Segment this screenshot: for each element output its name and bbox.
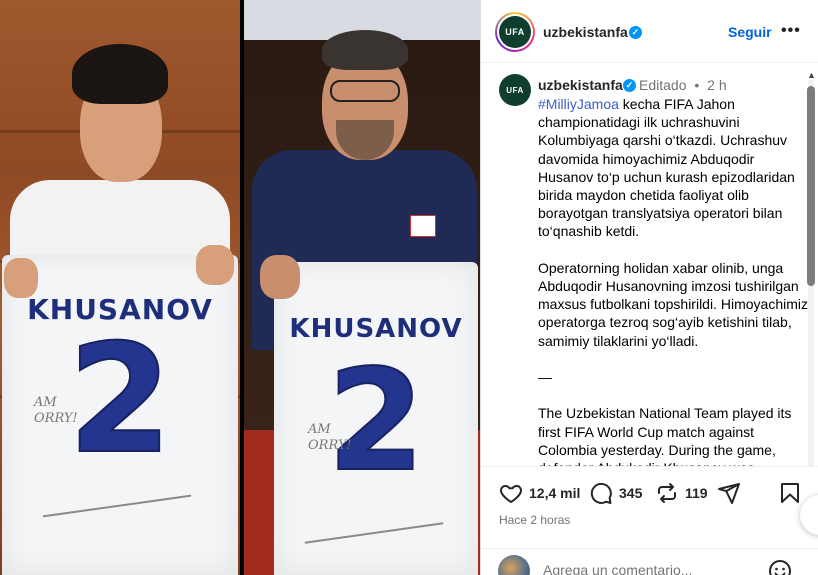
like-count[interactable]: 12,4 mil [529, 485, 580, 501]
caption-meta: Editado • 2 h [639, 77, 727, 93]
shirt-badge [410, 215, 436, 237]
send-icon [718, 483, 740, 504]
jersey-right-number: 2 [326, 340, 425, 503]
current-user-avatar [498, 555, 530, 575]
post-panel: UFA uzbekistanfa ✓ Seguir ••• UFA uzbeki… [480, 0, 818, 575]
hand-left [4, 258, 38, 298]
comment-input[interactable] [543, 562, 758, 575]
post-header: UFA uzbekistanfa ✓ Seguir ••• [481, 0, 818, 63]
post-timestamp[interactable]: Hace 2 horas [499, 513, 570, 527]
signature-stroke-right [304, 522, 444, 544]
repost-count[interactable]: 119 [685, 485, 708, 501]
signature-stroke [42, 494, 192, 518]
jersey-left: KHUSANOV 2 AM ORRY! [2, 255, 238, 575]
photo-left: KHUSANOV 2 AM ORRY! [0, 0, 240, 575]
autograph-scribble: AM ORRY! [34, 395, 78, 426]
hashtag-link[interactable]: #MilliyJamoa [538, 96, 619, 112]
emoji-icon[interactable] [768, 559, 792, 575]
scrollbar-thumb[interactable] [807, 86, 815, 286]
caption-area: UFA uzbekistanfa ✓ Editado • 2 h #Milliy… [481, 64, 818, 466]
meta-separator: • [694, 77, 700, 93]
caption-username[interactable]: uzbekistanfa [538, 77, 623, 93]
jersey-right: KHUSANOV 2 AM ORRY! [274, 262, 478, 575]
ufa-logo-icon: UFA [499, 74, 531, 106]
add-comment-bar [481, 548, 818, 575]
operator-hair [322, 30, 408, 70]
comment-count[interactable]: 345 [619, 485, 642, 501]
like-button[interactable]: 12,4 mil [499, 481, 580, 505]
comment-button[interactable]: 345 [589, 481, 642, 505]
follow-button[interactable]: Seguir [728, 24, 772, 40]
repost-button[interactable]: 119 [655, 481, 708, 505]
caption-avatar[interactable]: UFA [499, 74, 531, 106]
header-username[interactable]: uzbekistanfa [543, 24, 628, 40]
action-bar: 12,4 mil 345 119 Hace 2 horas [481, 466, 818, 527]
ufa-logo-icon: UFA [499, 16, 531, 48]
verified-badge-icon: ✓ [629, 26, 642, 39]
post-media[interactable]: KHUSANOV 2 AM ORRY! KHUSANOV 2 AM ORRY! [0, 0, 480, 575]
hand-right [196, 245, 234, 285]
more-options-icon[interactable]: ••• [781, 22, 801, 40]
photo-right: KHUSANOV 2 AM ORRY! [244, 0, 480, 575]
heart-icon [500, 485, 522, 503]
repost-icon [658, 483, 676, 503]
player-hair [72, 44, 168, 104]
caption-scrollbar[interactable]: ▲ ▼ [805, 70, 816, 466]
autograph-scribble-right: AM ORRY! [308, 422, 352, 453]
operator-hand [260, 255, 300, 299]
save-button[interactable] [778, 481, 802, 505]
caption-body: kecha FIFA Jahon championatidagi ilk uch… [538, 96, 808, 466]
bookmark-icon [781, 483, 799, 503]
edited-label: Editado [639, 77, 687, 93]
caption-text: #MilliyJamoa kecha FIFA Jahon championat… [538, 95, 808, 466]
time-ago[interactable]: 2 h [707, 77, 726, 93]
share-button[interactable] [717, 481, 741, 505]
comment-icon [590, 482, 612, 504]
account-avatar[interactable]: UFA [495, 12, 535, 52]
glasses [330, 80, 400, 102]
verified-badge-icon: ✓ [623, 79, 636, 92]
scroll-up-icon[interactable]: ▲ [807, 70, 816, 80]
